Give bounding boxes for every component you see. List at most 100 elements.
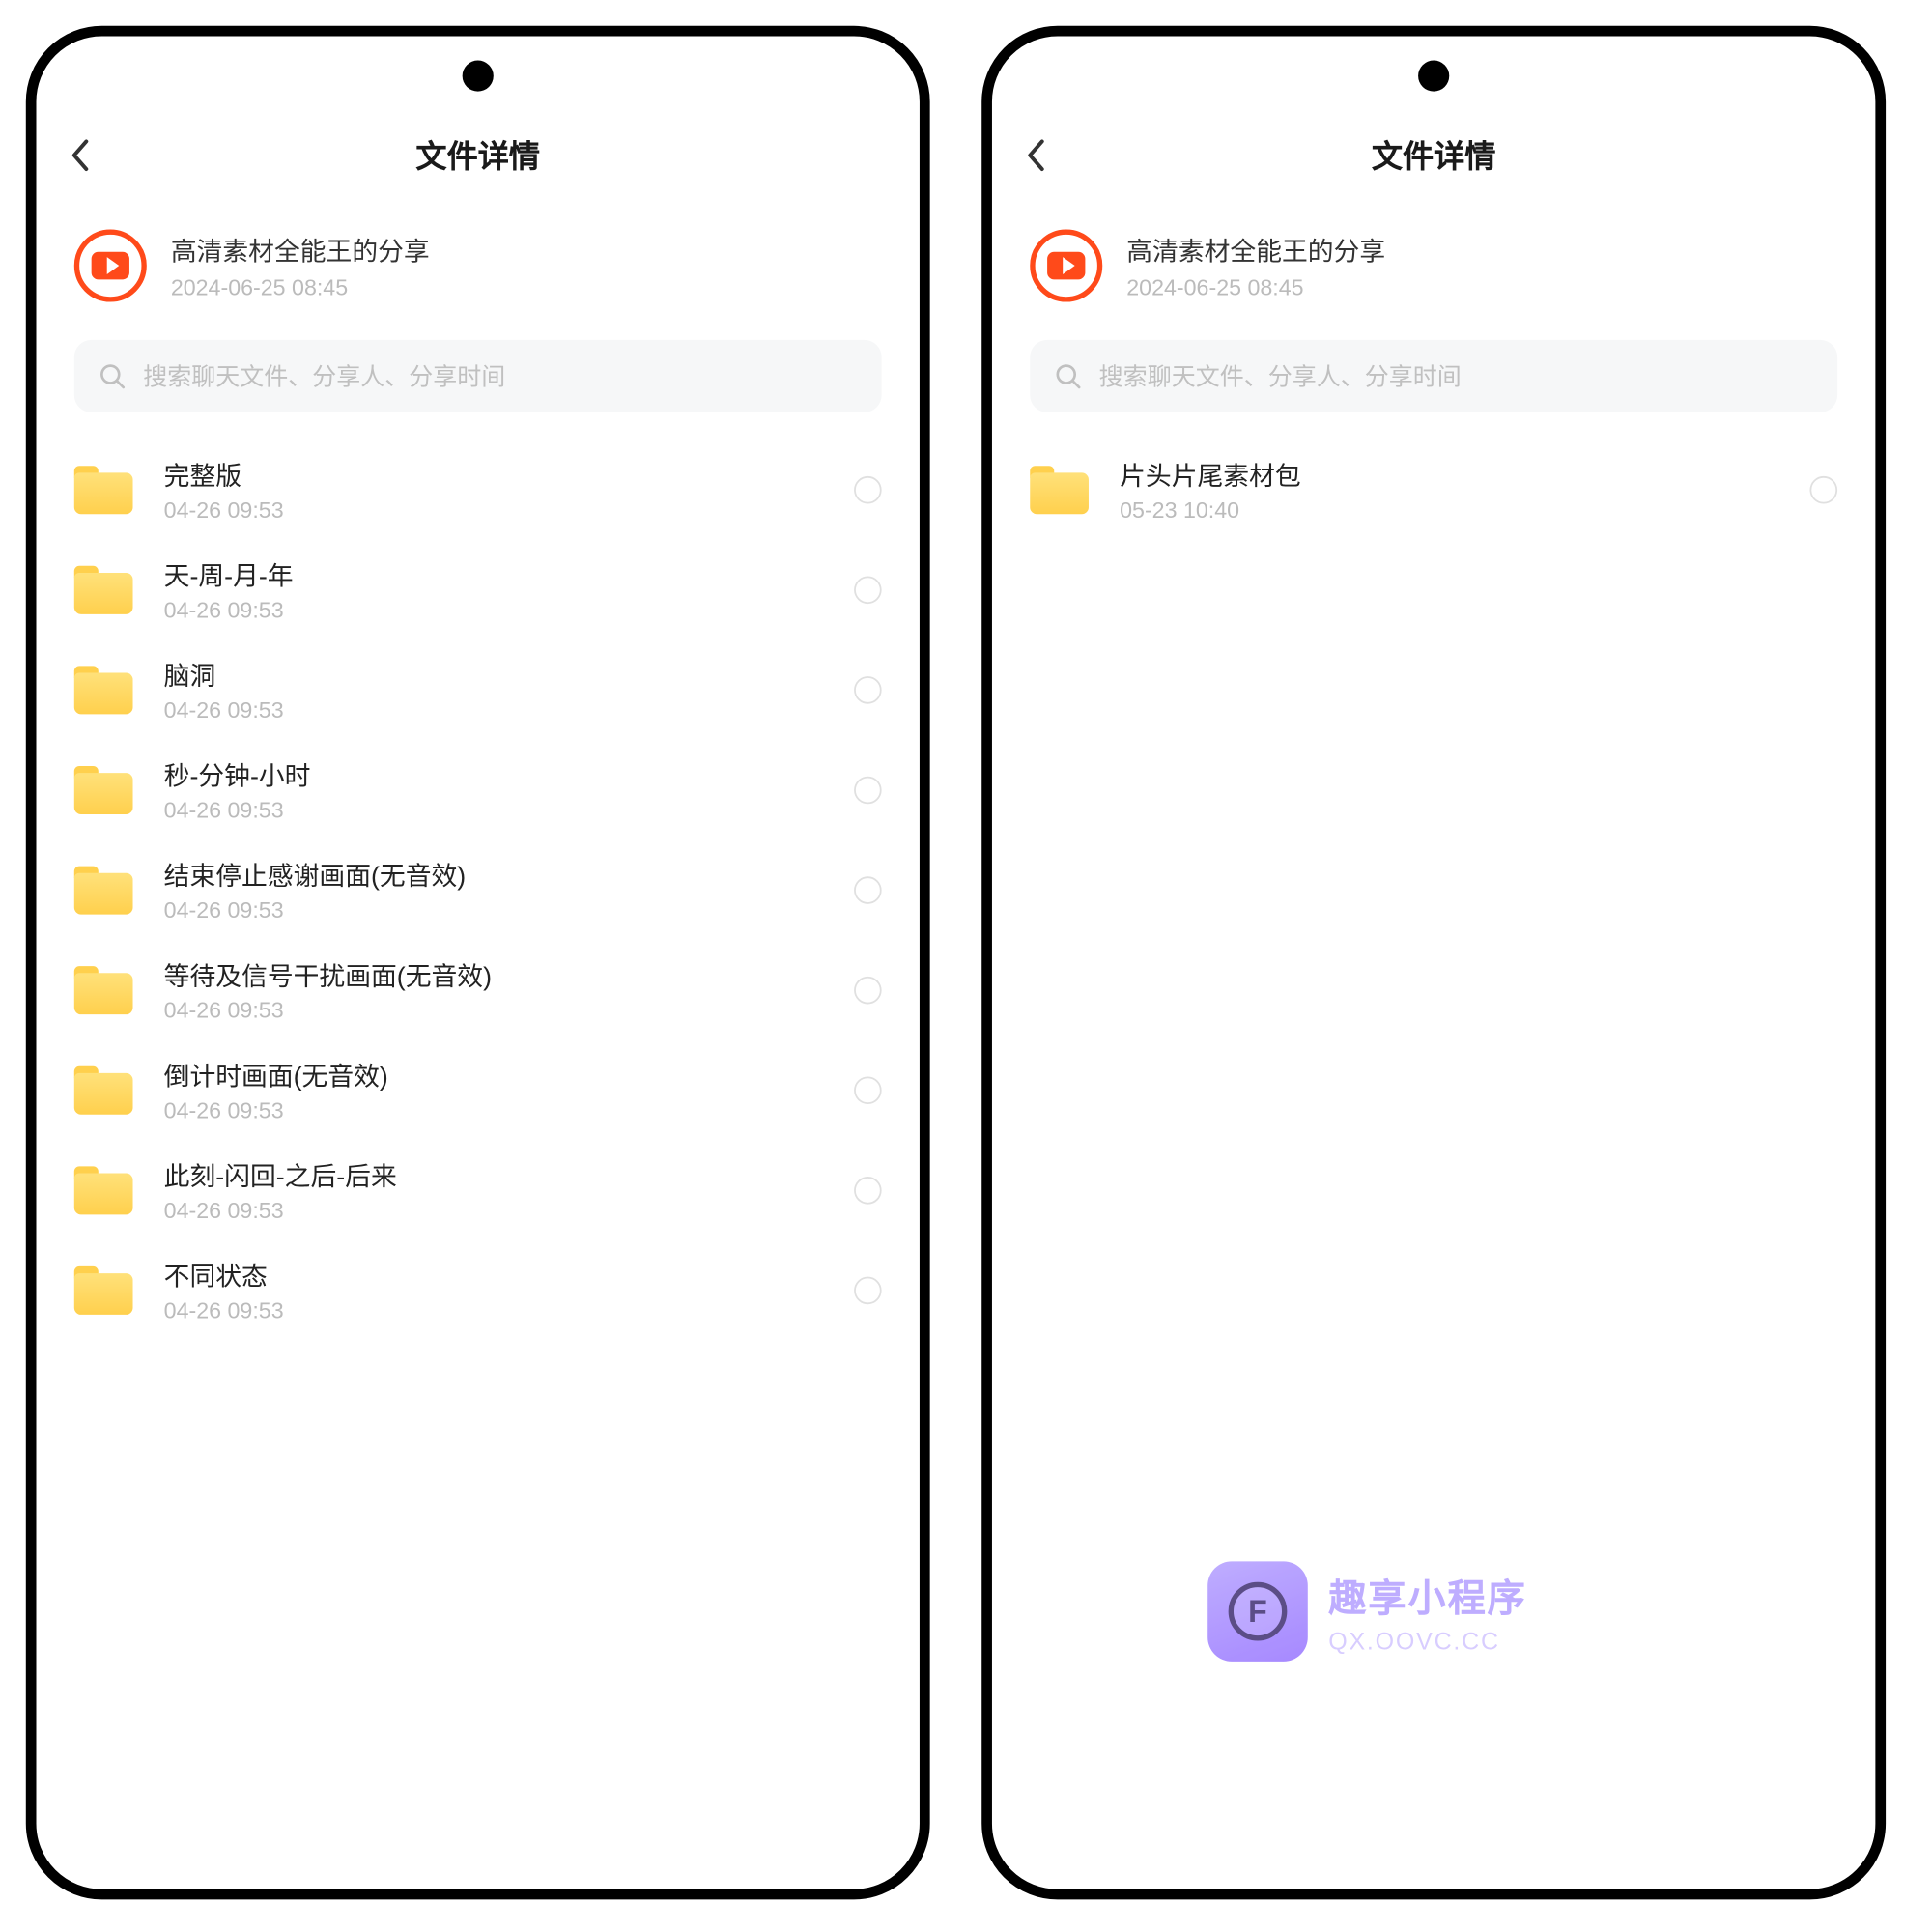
page-title: 文件详情 [992,133,1875,178]
file-text: 倒计时画面(无音效) 04-26 09:53 [164,1058,823,1123]
file-text: 秒-分钟-小时 04-26 09:53 [164,757,823,823]
header: 文件详情 [992,112,1875,198]
file-text: 完整版 04-26 09:53 [164,457,823,523]
file-name: 结束停止感谢画面(无音效) [164,858,823,895]
select-radio[interactable] [854,476,882,504]
folder-icon [74,1266,133,1315]
select-radio[interactable] [854,1277,882,1305]
hardware-button [926,692,930,769]
back-button[interactable] [992,138,1078,173]
folder-icon [1030,466,1089,514]
share-text: 高清素材全能王的分享 2024-06-25 08:45 [1126,232,1837,299]
file-time: 04-26 09:53 [164,597,823,623]
search-placeholder: 搜索聊天文件、分享人、分享时间 [1099,358,1462,393]
hardware-button [1883,382,1887,502]
select-radio[interactable] [854,1177,882,1205]
file-time: 04-26 09:53 [164,997,823,1023]
share-info[interactable]: 高清素材全能王的分享 2024-06-25 08:45 [37,198,920,326]
chevron-left-icon [69,138,89,173]
file-text: 脑洞 04-26 09:53 [164,657,823,723]
screen: 文件详情高清素材全能王的分享 2024-06-25 08:45 搜索聊天文件、分享人… [37,37,920,1889]
folder-icon [74,867,133,915]
folder-icon [74,566,133,614]
hardware-button [981,485,985,640]
file-time: 04-26 09:53 [164,697,823,724]
file-text: 此刻-闪回-之后-后来 04-26 09:53 [164,1157,823,1223]
hardware-button [926,382,930,502]
chevron-left-icon [1025,138,1045,173]
file-text: 片头片尾素材包 05-23 10:40 [1120,457,1778,523]
folder-icon [74,1166,133,1214]
file-text: 不同状态 04-26 09:53 [164,1258,823,1323]
folder-icon [74,466,133,514]
search-placeholder: 搜索聊天文件、分享人、分享时间 [143,358,505,393]
file-time: 04-26 09:53 [164,1197,823,1223]
select-radio[interactable] [854,676,882,704]
search-icon [99,362,127,390]
file-name: 天-周-月-年 [164,557,823,594]
page-title: 文件详情 [37,133,920,178]
file-row[interactable]: 等待及信号干扰画面(无音效) 04-26 09:53 [37,940,920,1040]
file-time: 04-26 09:53 [164,1097,823,1123]
file-name: 倒计时画面(无音效) [164,1058,823,1094]
search-icon [1054,362,1082,390]
header: 文件详情 [37,112,920,198]
file-time: 04-26 09:53 [164,897,823,923]
file-row[interactable]: 结束停止感谢画面(无音效)04-26 09:53 [37,840,920,941]
file-name: 完整版 [164,457,823,494]
play-icon [1047,252,1085,280]
file-name: 等待及信号干扰画面(无音效) [164,957,823,994]
folder-icon [74,666,133,714]
back-button[interactable] [37,138,123,173]
hardware-button [26,485,30,640]
share-info[interactable]: 高清素材全能王的分享 2024-06-25 08:45 [992,198,1875,326]
watermark: F 趣享小程序 QX.OOVC.CC [1208,1561,1526,1662]
folder-icon [74,966,133,1014]
select-radio[interactable] [854,577,882,605]
folder-icon [74,1066,133,1115]
file-text: 等待及信号干扰画面(无音效) 04-26 09:53 [164,957,823,1023]
file-text: 结束停止感谢画面(无音效)04-26 09:53 [164,858,823,923]
file-row[interactable]: 完整版 04-26 09:53 [37,440,920,540]
avatar [74,230,147,302]
select-radio[interactable] [1810,476,1838,504]
hardware-button [1883,692,1887,769]
play-icon [92,252,129,280]
search-input[interactable]: 搜索聊天文件、分享人、分享时间 [1030,340,1837,412]
file-name: 不同状态 [164,1258,823,1294]
watermark-icon: F [1208,1561,1308,1662]
file-time: 05-23 10:40 [1120,497,1778,523]
folder-icon [74,766,133,814]
file-row[interactable]: 片头片尾素材包 05-23 10:40 [992,440,1875,540]
select-radio[interactable] [854,876,882,904]
file-row[interactable]: 秒-分钟-小时 04-26 09:53 [37,740,920,840]
select-radio[interactable] [854,977,882,1005]
watermark-subtitle: QX.OOVC.CC [1328,1627,1526,1655]
file-time: 04-26 09:53 [164,497,823,523]
file-time: 04-26 09:53 [164,1297,823,1323]
share-text: 高清素材全能王的分享 2024-06-25 08:45 [171,232,882,299]
select-radio[interactable] [854,777,882,805]
file-row[interactable]: 此刻-闪回-之后-后来 04-26 09:53 [37,1141,920,1241]
file-list: 片头片尾素材包 05-23 10:40 [992,430,1875,1889]
avatar [1030,230,1102,302]
watermark-title: 趣享小程序 [1328,1568,1526,1623]
file-row[interactable]: 倒计时画面(无音效) 04-26 09:53 [37,1040,920,1141]
file-name: 脑洞 [164,657,823,694]
file-time: 04-26 09:53 [164,797,823,823]
search-input[interactable]: 搜索聊天文件、分享人、分享时间 [74,340,882,412]
file-name: 秒-分钟-小时 [164,757,823,794]
file-row[interactable]: 脑洞 04-26 09:53 [37,640,920,741]
file-row[interactable]: 不同状态 04-26 09:53 [37,1240,920,1341]
file-name: 片头片尾素材包 [1120,457,1778,494]
share-time: 2024-06-25 08:45 [1126,273,1837,299]
phone-frame: 文件详情高清素材全能王的分享 2024-06-25 08:45 搜索聊天文件、分享人… [26,26,930,1900]
share-title: 高清素材全能王的分享 [1126,232,1837,269]
select-radio[interactable] [854,1076,882,1104]
file-name: 此刻-闪回-之后-后来 [164,1157,823,1194]
file-row[interactable]: 天-周-月-年 04-26 09:53 [37,540,920,640]
share-title: 高清素材全能王的分享 [171,232,882,269]
share-time: 2024-06-25 08:45 [171,273,882,299]
file-list: 完整版 04-26 09:53 天-周-月-年 04-26 09:53 脑洞 04-26 … [37,430,920,1889]
file-text: 天-周-月-年 04-26 09:53 [164,557,823,623]
